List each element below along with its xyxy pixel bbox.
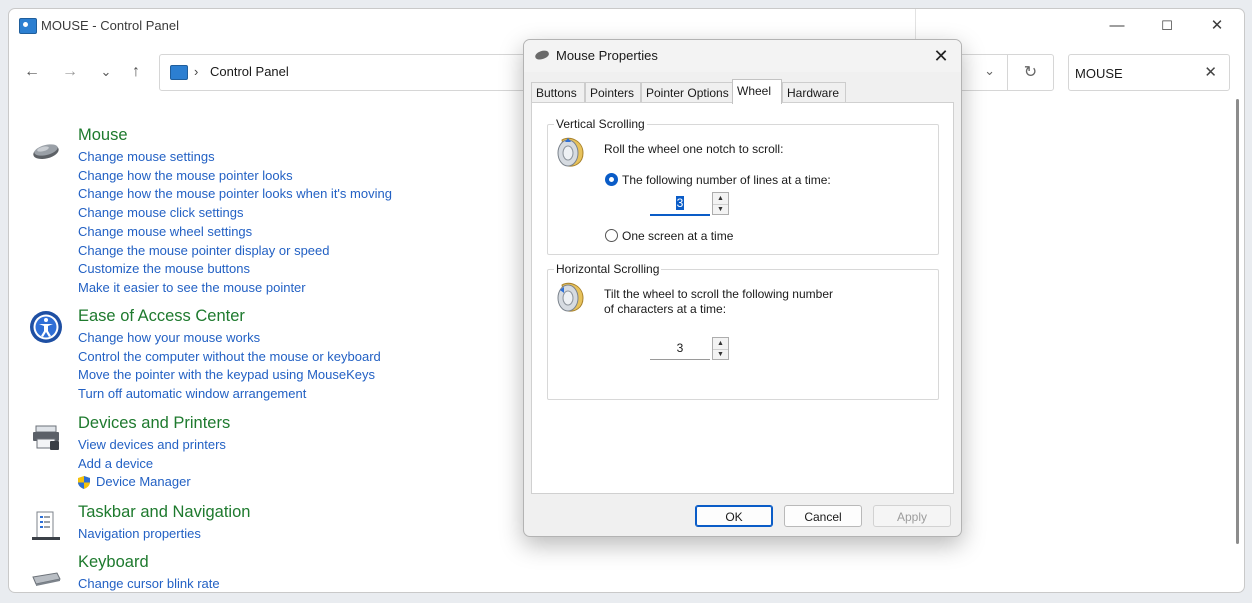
link-change-mouse-settings[interactable]: Change mouse settings — [78, 148, 392, 167]
cancel-button[interactable]: Cancel — [784, 505, 862, 527]
group-title[interactable]: Mouse — [78, 126, 128, 145]
group-title[interactable]: Taskbar and Navigation — [78, 503, 250, 522]
mouse-properties-dialog: Mouse Properties ✕ Buttons Pointers Poin… — [523, 39, 962, 537]
uac-shield-icon — [78, 476, 90, 490]
lines-at-a-time-radio[interactable] — [605, 173, 618, 186]
ease-of-access-icon — [30, 311, 62, 343]
lines-spinner-arrows[interactable]: ▲ ▼ — [712, 192, 729, 215]
link-navigation-properties[interactable]: Navigation properties — [78, 525, 201, 544]
dialog-close-button[interactable]: ✕ — [929, 44, 953, 68]
vertical-scrolling-group: Vertical Scrolling Roll the wheel one no… — [547, 117, 939, 255]
lines-value-field[interactable]: 3 — [650, 192, 710, 216]
characters-value-field[interactable]: 3 — [650, 337, 710, 360]
one-screen-radio[interactable] — [605, 229, 618, 242]
horizontal-intro-line2: of characters at a time: — [604, 302, 727, 316]
apply-button[interactable]: Apply — [873, 505, 951, 527]
link-change-pointer-looks[interactable]: Change how the mouse pointer looks — [78, 167, 392, 186]
lines-value: 3 — [675, 196, 685, 210]
link-control-without-mouse[interactable]: Control the computer without the mouse o… — [78, 348, 381, 367]
vertical-wheel-icon — [557, 137, 584, 167]
link-change-click-settings[interactable]: Change mouse click settings — [78, 204, 392, 223]
link-change-wheel-settings[interactable]: Change mouse wheel settings — [78, 223, 392, 242]
characters-spinner-arrows[interactable]: ▲ ▼ — [712, 337, 729, 360]
tab-pointer-options[interactable]: Pointer Options — [641, 82, 734, 103]
tab-buttons[interactable]: Buttons — [531, 82, 585, 103]
link-view-devices-printers[interactable]: View devices and printers — [78, 436, 226, 455]
tab-hardware[interactable]: Hardware — [782, 82, 846, 103]
lines-at-a-time-label[interactable]: The following number of lines at a time: — [622, 173, 831, 187]
lines-spinner[interactable]: 3 ▲ ▼ — [650, 192, 730, 216]
keyboard-icon — [32, 572, 61, 586]
wheel-tab-panel: Vertical Scrolling Roll the wheel one no… — [531, 102, 954, 494]
link-change-pointer-looks-moving[interactable]: Change how the mouse pointer looks when … — [78, 185, 392, 204]
mouse-icon — [33, 144, 59, 160]
ok-button[interactable]: OK — [695, 505, 773, 527]
horizontal-scrolling-group: Horizontal Scrolling Tilt the wheel to s… — [547, 262, 939, 400]
characters-spinner[interactable]: 3 ▲ ▼ — [650, 337, 730, 361]
horizontal-intro-line1: Tilt the wheel to scroll the following n… — [604, 287, 833, 301]
group-title[interactable]: Ease of Access Center — [78, 307, 245, 326]
tab-pointers[interactable]: Pointers — [585, 82, 641, 103]
group-title[interactable]: Keyboard — [78, 553, 149, 572]
one-screen-label[interactable]: One screen at a time — [622, 229, 733, 243]
lines-at-a-time-text: The following number of lines at a time: — [622, 173, 831, 187]
vertical-intro-text: Roll the wheel one notch to scroll: — [604, 142, 784, 156]
horizontal-wheel-icon — [557, 282, 584, 312]
taskbar-icon — [32, 511, 60, 540]
link-add-device[interactable]: Add a device — [78, 455, 226, 474]
link-easier-see-pointer[interactable]: Make it easier to see the mouse pointer — [78, 279, 392, 298]
dialog-title-bar: Mouse Properties ✕ — [524, 40, 961, 72]
link-change-how-mouse-works[interactable]: Change how your mouse works — [78, 329, 381, 348]
horizontal-scrolling-legend: Horizontal Scrolling — [554, 262, 662, 276]
printer-icon — [33, 425, 59, 450]
mouse-icon — [534, 49, 550, 61]
vertical-scrolling-legend: Vertical Scrolling — [554, 117, 647, 131]
link-turn-off-window-arrangement[interactable]: Turn off automatic window arrangement — [78, 385, 381, 404]
group-title[interactable]: Devices and Printers — [78, 414, 230, 433]
dialog-title: Mouse Properties — [556, 48, 658, 63]
link-device-manager[interactable]: Device Manager — [78, 473, 226, 492]
link-customize-mouse-buttons[interactable]: Customize the mouse buttons — [78, 260, 392, 279]
spin-down-icon[interactable]: ▼ — [713, 349, 728, 360]
link-change-pointer-display-speed[interactable]: Change the mouse pointer display or spee… — [78, 242, 392, 261]
device-manager-label: Device Manager — [96, 474, 191, 490]
spin-down-icon[interactable]: ▼ — [713, 204, 728, 215]
link-change-cursor-blink-rate[interactable]: Change cursor blink rate — [78, 575, 220, 592]
tab-wheel[interactable]: Wheel — [732, 79, 782, 104]
link-mousekeys[interactable]: Move the pointer with the keypad using M… — [78, 366, 381, 385]
